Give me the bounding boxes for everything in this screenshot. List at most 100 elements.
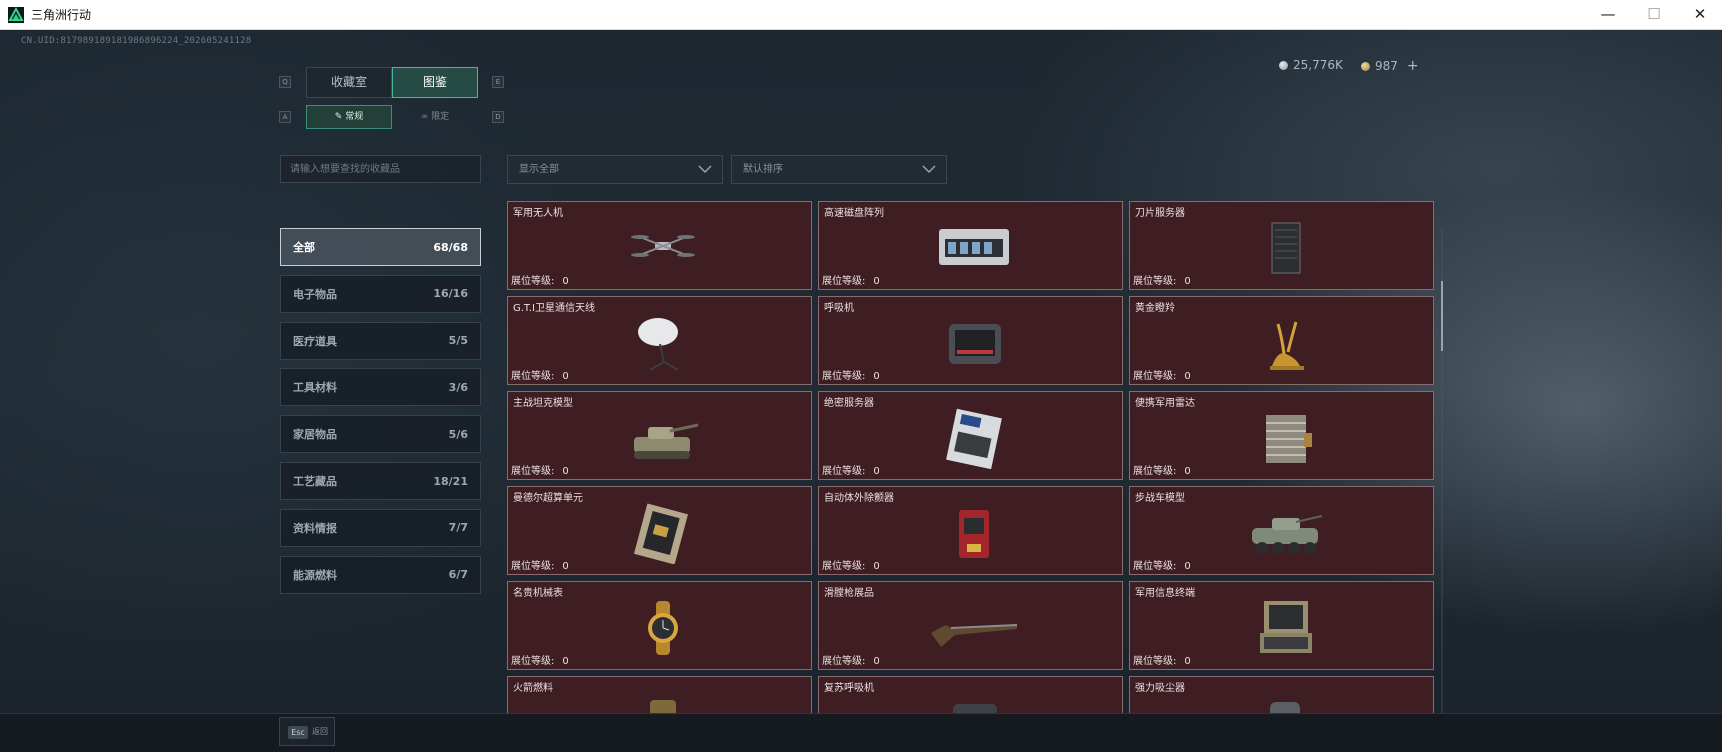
item-name: 绝密服务器 <box>824 398 874 409</box>
item-level-value: 0 <box>873 561 880 572</box>
item-level-label: 展位等级: <box>822 466 866 477</box>
close-button[interactable]: ✕ <box>1677 0 1722 30</box>
esc-key-icon: Esc <box>288 726 308 739</box>
player-uid: CN.UID:817989189181986896224_20260524112… <box>21 36 252 46</box>
subtab-limited[interactable]: ∞ 限定 <box>392 105 478 129</box>
item-level-label: 展位等级: <box>822 276 866 287</box>
item-card[interactable]: 复苏呼吸机展位等级:0 <box>818 676 1123 715</box>
category-label: 工艺藏品 <box>293 475 337 488</box>
add-currency-button[interactable]: + <box>1407 58 1419 74</box>
item-name: 高速磁盘阵列 <box>824 208 884 219</box>
maximize-button[interactable]: ☐ <box>1631 0 1677 30</box>
item-card[interactable]: 黄金瞪羚 展位等级: 0 <box>1129 296 1434 385</box>
category-item[interactable]: 工具材料 3/6 <box>280 368 481 407</box>
category-count: 68/68 <box>433 240 468 254</box>
item-level-label: 展位等级: <box>511 276 555 287</box>
subtab-regular[interactable]: ✎ 常规 <box>306 105 392 129</box>
category-item[interactable]: 工艺藏品 18/21 <box>280 462 481 500</box>
item-card[interactable]: 曼德尔超算单元展位等级: 0 <box>507 486 812 575</box>
item-card[interactable]: 自动体外除颤器 展位等级: 0 <box>818 486 1123 575</box>
tab-catalog[interactable]: 图鉴 <box>392 67 478 98</box>
category-label: 全部 <box>293 241 315 254</box>
item-card[interactable]: 步战车模型展位等级: 0 <box>1129 486 1434 575</box>
item-level-value: 0 <box>1184 466 1191 477</box>
minimize-button[interactable]: — <box>1585 0 1631 30</box>
blade-server-icon <box>1271 222 1301 274</box>
chevron-down-icon <box>922 165 936 174</box>
satellite-dish-icon <box>638 318 679 371</box>
item-card[interactable]: 绝密服务器展位等级: 0 <box>818 391 1123 480</box>
category-count: 18/21 <box>433 474 468 488</box>
item-card[interactable]: 强力吸尘器展位等级:0 <box>1129 676 1434 715</box>
category-item[interactable]: 全部 68/68 <box>280 228 481 266</box>
item-level-value: 0 <box>873 466 880 477</box>
item-card[interactable]: 火箭燃料展位等级:0 <box>507 676 812 715</box>
defibrillator-icon <box>959 510 989 558</box>
game-viewport: CN.UID:817989189181986896224_20260524112… <box>0 30 1722 752</box>
item-level: 展位等级: 0 <box>511 367 569 382</box>
key-hint-d: D <box>492 111 504 123</box>
category-item[interactable]: 能源燃料 6/7 <box>280 555 481 594</box>
musket-icon <box>931 624 1017 647</box>
bottom-bar <box>0 713 1722 752</box>
secret-server-icon <box>946 408 1002 469</box>
item-level-label: 展位等级: <box>511 656 555 667</box>
tab-collection-room[interactable]: 收藏室 <box>306 67 392 98</box>
category-item[interactable]: 家居物品 5/6 <box>280 415 481 454</box>
item-card[interactable]: 刀片服务器 展位等级: 0 <box>1129 201 1434 290</box>
window-titlebar: 三角洲行动 — ☐ ✕ <box>0 0 1722 30</box>
item-level-value: 0 <box>562 466 569 477</box>
resuscitator-icon <box>953 704 997 715</box>
category-label: 资料情报 <box>293 521 337 535</box>
item-grid[interactable]: 军用无人机 展位等级: 0 高速磁盘阵列 展位等级: 0 刀片服务器 展位等级: 0 G.T.I卫… <box>507 201 1437 715</box>
item-level: 展位等级: 0 <box>511 557 569 572</box>
portable-radar-icon <box>1266 415 1312 463</box>
category-count: 6/7 <box>448 568 468 582</box>
item-level-label: 展位等级: <box>822 561 866 572</box>
scrollbar-thumb[interactable] <box>1441 281 1443 351</box>
item-card[interactable]: 高速磁盘阵列展位等级: 0 <box>818 201 1123 290</box>
category-item[interactable]: 资料情报 7/7 <box>280 508 481 547</box>
item-name: 步战车模型 <box>1135 493 1185 504</box>
item-name: 名贵机械表 <box>513 588 563 599</box>
item-card[interactable]: 名贵机械表展位等级: 0 <box>507 581 812 670</box>
item-level: 展位等级: 0 <box>822 272 880 287</box>
item-card[interactable]: 军用信息终端 展位等级: 0 <box>1129 581 1434 670</box>
item-level-value: 0 <box>1184 656 1191 667</box>
disk-array-icon <box>939 229 1009 265</box>
search-input[interactable] <box>280 155 481 183</box>
category-label: 工具材料 <box>293 381 337 395</box>
item-card[interactable]: 便携军用雷达展位等级: 0 <box>1129 391 1434 480</box>
pen-icon: ✎ <box>334 112 343 122</box>
category-item[interactable]: 电子物品 16/16 <box>280 274 481 313</box>
item-card[interactable]: G.T.I卫星通信天线 展位等级: 0 <box>507 296 812 385</box>
infinity-icon: ∞ <box>420 112 429 122</box>
item-level: 展位等级: 0 <box>1133 462 1191 477</box>
item-level-value: 0 <box>562 656 569 667</box>
silver-amount: 25,776K <box>1293 58 1343 72</box>
item-card[interactable]: 主战坦克模型 展位等级: 0 <box>507 391 812 480</box>
category-item[interactable]: 医疗道具 5/5 <box>280 321 481 360</box>
item-name: 曼德尔超算单元 <box>513 493 583 504</box>
window-title: 三角洲行动 <box>31 8 92 22</box>
item-level: 展位等级: 0 <box>822 652 880 667</box>
item-level: 展位等级: 0 <box>822 557 880 572</box>
item-name: 便携军用雷达 <box>1135 398 1195 409</box>
category-count: 7/7 <box>448 521 468 535</box>
vacuum-cleaner-icon <box>1270 702 1300 715</box>
display-filter-dropdown[interactable]: 显示全部 <box>507 155 723 184</box>
item-card[interactable]: 呼吸机 展位等级: 0 <box>818 296 1123 385</box>
item-card[interactable]: 滑膛枪展品 展位等级: 0 <box>818 581 1123 670</box>
item-card[interactable]: 军用无人机 展位等级: 0 <box>507 201 812 290</box>
item-name: 军用无人机 <box>513 208 563 219</box>
silver-currency: 25,776K <box>1279 58 1343 72</box>
back-button[interactable]: Esc 返回 <box>279 717 335 746</box>
sort-value: 默认排序 <box>743 164 783 175</box>
sort-dropdown[interactable]: 默认排序 <box>731 155 947 184</box>
display-filter-value: 显示全部 <box>519 164 559 175</box>
key-hint-e: E <box>492 76 504 88</box>
gold-coin-icon <box>1361 61 1370 71</box>
item-level-label: 展位等级: <box>822 371 866 382</box>
item-level: 展位等级: 0 <box>1133 652 1191 667</box>
item-level: 展位等级: 0 <box>1133 557 1191 572</box>
